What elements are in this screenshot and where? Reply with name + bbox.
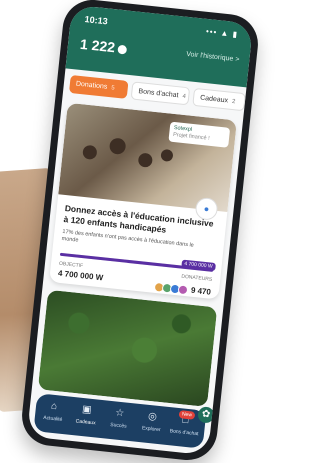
avatar: [177, 284, 189, 296]
app-screen: 10:13 ••• ▲ ▮ 1 222 Voir l'historique > …: [26, 4, 254, 456]
nav-label: Succès: [109, 421, 127, 430]
photo-person: [108, 137, 127, 155]
gift-icon: ▣: [81, 403, 93, 416]
points-balance: 1 222: [79, 35, 128, 57]
tab-count: 2: [231, 98, 236, 106]
tab-vouchers[interactable]: Bons d'achat 4: [130, 81, 191, 106]
funded-tag: Sotexpl Projet financé !: [168, 121, 231, 148]
nav-item-gifts[interactable]: ▣ Cadeaux: [70, 402, 102, 427]
history-link[interactable]: Voir l'historique >: [186, 51, 240, 64]
home-icon: ⌂: [50, 400, 58, 413]
progress-flag: 4 700 000 W: [180, 259, 216, 272]
nav-item-news[interactable]: ⌂ Actualité: [38, 398, 70, 423]
scene: 10:13 ••• ▲ ▮ 1 222 Voir l'historique > …: [0, 0, 261, 463]
nav-item-explore[interactable]: ◎ Explorer: [136, 409, 168, 434]
donors-count: 9 470: [190, 285, 212, 297]
coin-icon: [117, 44, 128, 55]
tab-label: Cadeaux: [199, 94, 229, 105]
app-header: 10:13 ••• ▲ ▮ 1 222 Voir l'historique >: [65, 4, 254, 88]
nav-item-vouchers[interactable]: □ Bons d'achat New: [169, 410, 201, 438]
status-icons: ••• ▲ ▮: [205, 26, 239, 40]
nav-label: Explorer: [141, 425, 161, 434]
forest-project-card[interactable]: [37, 289, 218, 407]
objective-value: 4 700 000 W: [57, 268, 104, 283]
tab-label: Donations: [75, 80, 108, 91]
status-time: 10:13: [84, 14, 109, 27]
tab-count: 4: [182, 93, 187, 101]
tab-donations[interactable]: Donations 5: [68, 74, 129, 99]
tab-gifts[interactable]: Cadeaux 2: [192, 87, 246, 112]
photo-person: [137, 152, 154, 168]
tab-count: 5: [110, 85, 115, 92]
leaf-fab-icon[interactable]: ✿: [197, 406, 215, 424]
nav-item-success[interactable]: ☆ Succès: [103, 405, 135, 430]
objective-label: OBJECTIF: [58, 260, 84, 270]
project-photo: Sotexpl Projet financé !: [58, 102, 237, 213]
trophy-icon: ☆: [114, 407, 125, 420]
nav-label: Actualité: [42, 414, 63, 423]
nav-label: Bons d'achat: [169, 428, 199, 438]
points-value: 1 222: [79, 35, 116, 56]
photo-person: [82, 144, 98, 161]
donation-card[interactable]: Sotexpl Projet financé ! ● Donnez accès …: [49, 102, 237, 300]
compass-icon: ◎: [147, 410, 158, 423]
nav-label: Cadeaux: [75, 418, 96, 427]
photo-person: [160, 148, 174, 163]
phone-frame: 10:13 ••• ▲ ▮ 1 222 Voir l'historique > …: [19, 0, 261, 463]
new-badge: New: [178, 410, 196, 420]
tab-label: Bons d'achat: [138, 88, 179, 100]
